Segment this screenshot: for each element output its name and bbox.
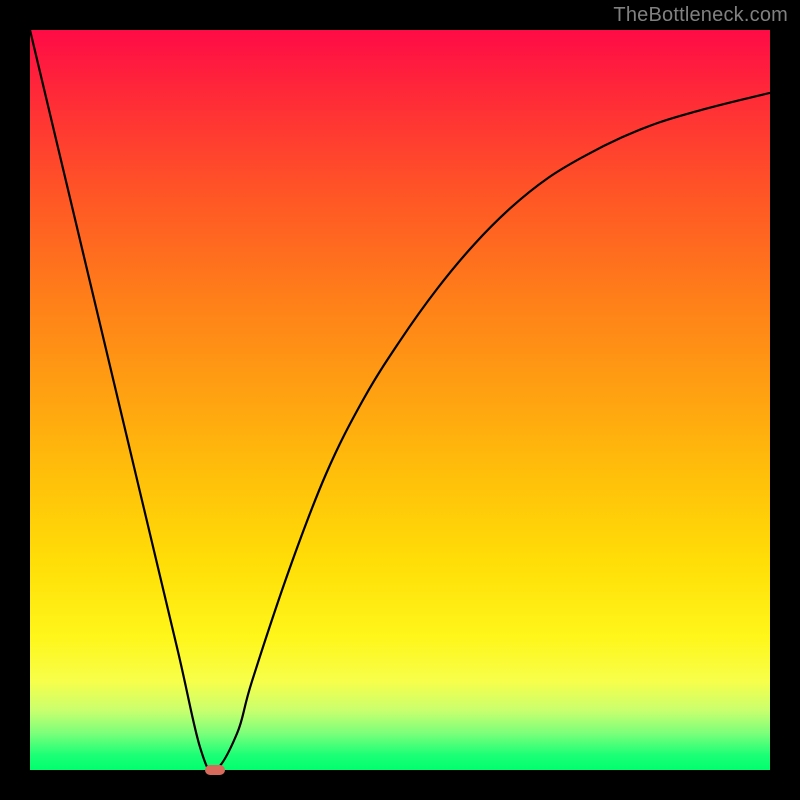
chart-frame: TheBottleneck.com — [0, 0, 800, 800]
plot-area — [30, 30, 770, 770]
watermark-text: TheBottleneck.com — [613, 4, 788, 27]
bottleneck-curve — [30, 30, 770, 770]
optimum-marker — [205, 765, 225, 775]
